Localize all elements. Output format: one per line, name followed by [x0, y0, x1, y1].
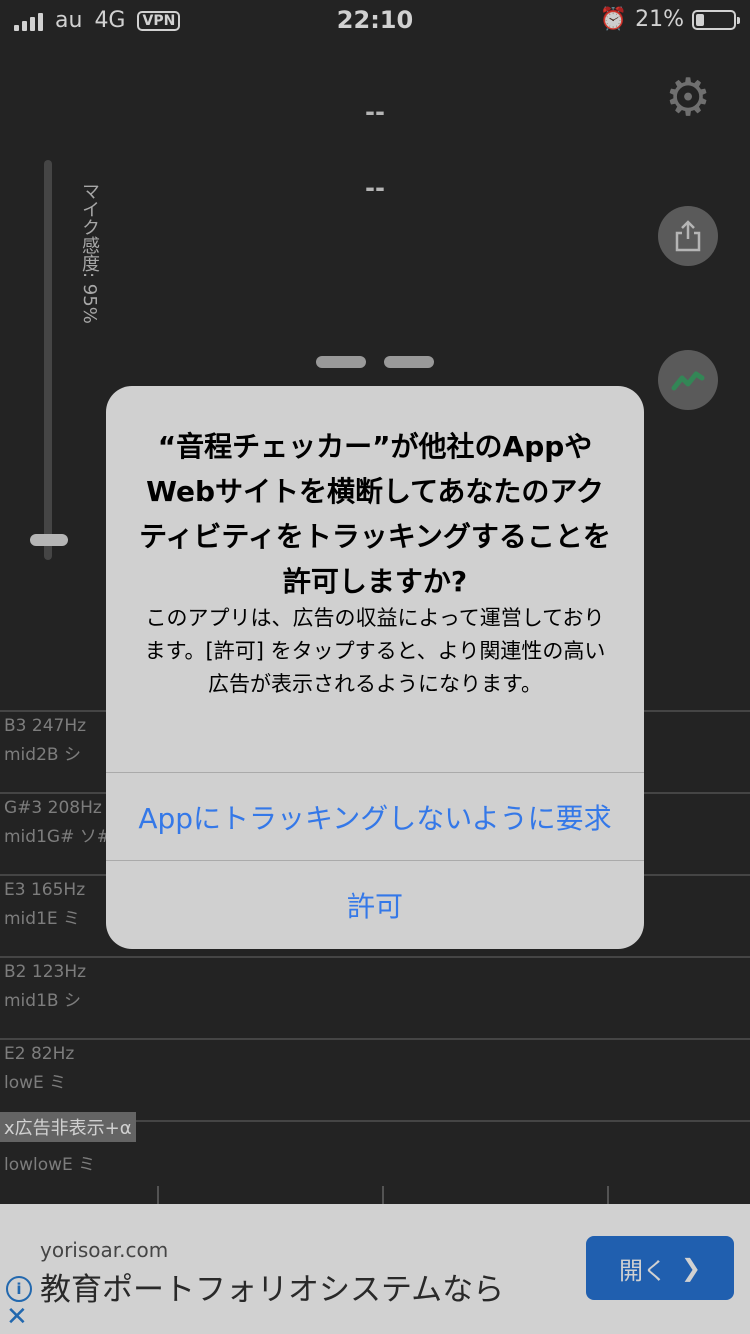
tracking-permission-dialog: “音程チェッカー”が他社のAppやWebサイトを横断してあなたのアクティビティを… — [106, 386, 644, 949]
allow-button[interactable]: 許可 — [106, 860, 644, 948]
dialog-title: “音程チェッカー”が他社のAppやWebサイトを横断してあなたのアクティビティを… — [139, 430, 611, 598]
ask-not-to-track-button[interactable]: Appにトラッキングしないように要求 — [106, 772, 644, 860]
dialog-message: このアプリは、広告の収益によって運営しております。[許可] をタップすると、より… — [144, 606, 606, 696]
